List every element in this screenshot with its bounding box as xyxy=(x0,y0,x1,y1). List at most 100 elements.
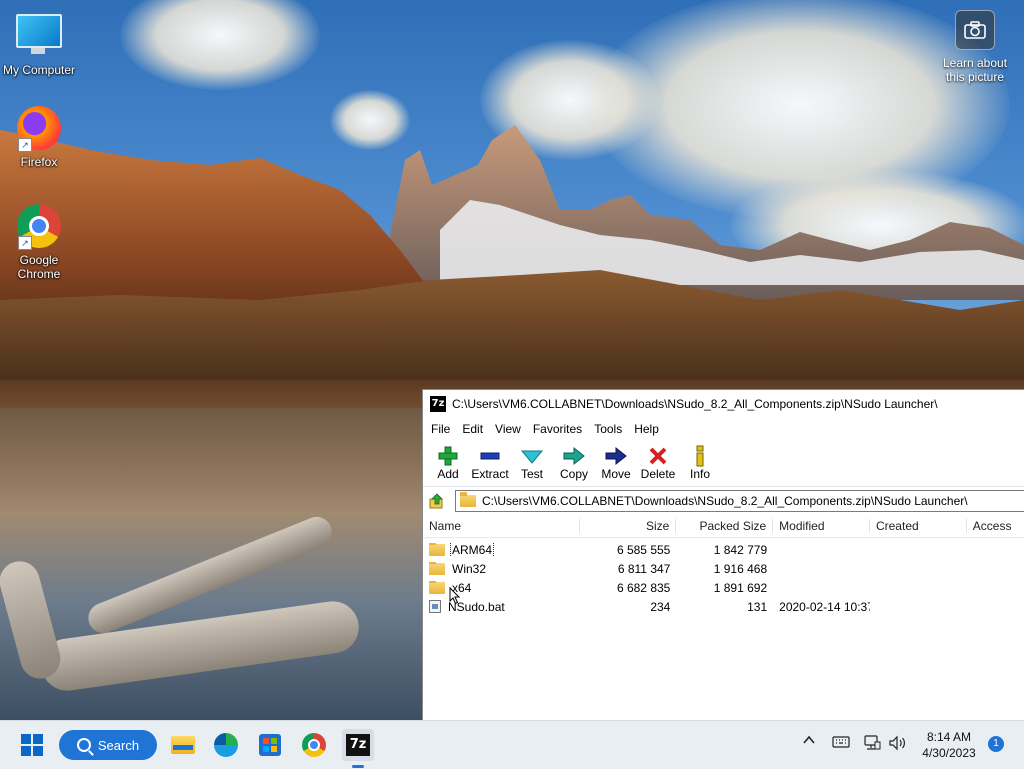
column-header-accessed[interactable]: Access xyxy=(967,519,1024,533)
edge-icon xyxy=(214,733,238,757)
menu-bar: File Edit View Favorites Tools Help xyxy=(423,418,1024,440)
file-row[interactable]: Win32 6 811 347 1 916 468 xyxy=(423,559,1024,578)
chrome-icon: ↗ xyxy=(16,204,62,250)
taskbar-chrome[interactable] xyxy=(298,729,330,761)
taskbar-clock[interactable]: 8:14 AM 4/30/2023 xyxy=(916,729,982,761)
address-bar[interactable]: C:\Users\VM6.COLLABNET\Downloads\NSudo_8… xyxy=(455,490,1024,512)
desktop-icon-label: My Computer xyxy=(2,63,76,77)
extract-button[interactable]: Extract xyxy=(469,445,511,486)
copy-label: Copy xyxy=(559,467,588,481)
test-label: Test xyxy=(520,467,543,481)
add-button[interactable]: Add xyxy=(427,445,469,486)
up-folder-button[interactable] xyxy=(427,491,447,511)
firefox-icon: ↗ xyxy=(16,106,62,152)
add-label: Add xyxy=(437,467,459,481)
search-button[interactable]: Search xyxy=(59,730,157,760)
taskbar-store[interactable] xyxy=(254,729,286,761)
start-button[interactable] xyxy=(16,729,48,761)
clock-time: 8:14 AM xyxy=(926,730,972,744)
menu-tools[interactable]: Tools xyxy=(588,422,628,436)
extract-label: Extract xyxy=(471,467,509,481)
menu-file[interactable]: File xyxy=(425,422,456,436)
shortcut-arrow-icon: ↗ xyxy=(18,236,32,250)
file-modified: 2020-02-14 10:37 xyxy=(779,599,870,614)
move-arrow-icon xyxy=(605,445,627,467)
file-packed-size: 1 891 692 xyxy=(713,580,768,595)
column-header-packed-size[interactable]: Packed Size xyxy=(676,519,774,533)
show-hidden-icons-button[interactable] xyxy=(802,733,816,750)
volume-button[interactable] xyxy=(888,735,906,754)
chevron-up-icon xyxy=(803,735,815,744)
info-icon xyxy=(693,445,707,467)
minus-icon xyxy=(480,445,500,467)
menu-view[interactable]: View xyxy=(489,422,527,436)
info-button[interactable]: Info xyxy=(679,445,721,486)
file-packed-size: 1 842 779 xyxy=(713,542,768,557)
store-icon xyxy=(259,734,281,756)
wallpaper-mountains xyxy=(0,125,1024,400)
copy-button[interactable]: Copy xyxy=(553,445,595,486)
info-label: Info xyxy=(689,467,710,481)
column-header-size[interactable]: Size xyxy=(580,519,677,533)
window-title: C:\Users\VM6.COLLABNET\Downloads\NSudo_8… xyxy=(452,397,938,411)
chrome-icon xyxy=(302,733,326,757)
start-icon xyxy=(21,734,43,756)
notification-badge[interactable]: 1 xyxy=(988,736,1004,752)
plus-icon xyxy=(438,445,458,467)
network-icon xyxy=(864,735,881,750)
taskbar-edge[interactable] xyxy=(210,729,242,761)
file-row[interactable]: x64 6 682 835 1 891 692 xyxy=(423,578,1024,597)
check-icon xyxy=(521,445,543,467)
shortcut-arrow-icon: ↗ xyxy=(18,138,32,152)
x-icon xyxy=(648,445,668,467)
network-button[interactable] xyxy=(863,735,881,754)
desktop-icon-google-chrome[interactable]: ↗ Google Chrome xyxy=(1,204,77,281)
title-bar[interactable]: 7z C:\Users\VM6.COLLABNET\Downloads\NSud… xyxy=(423,390,1024,418)
desktop-icon-firefox[interactable]: ↗ Firefox xyxy=(1,106,77,169)
move-label: Move xyxy=(601,467,631,481)
menu-help[interactable]: Help xyxy=(628,422,665,436)
7zip-icon: 7z xyxy=(346,734,370,756)
learn-about-picture[interactable]: Learn about this picture xyxy=(936,10,1014,84)
address-path: C:\Users\VM6.COLLABNET\Downloads\NSudo_8… xyxy=(482,494,968,508)
file-list-header: Name Size Packed Size Modified Created A… xyxy=(423,515,1024,538)
test-button[interactable]: Test xyxy=(511,445,553,486)
file-name: ARM64 xyxy=(449,542,495,557)
file-size: 234 xyxy=(650,599,671,614)
column-header-name[interactable]: Name xyxy=(423,519,580,533)
column-header-modified[interactable]: Modified xyxy=(773,519,870,533)
file-size: 6 811 347 xyxy=(617,561,671,576)
file-packed-size: 1 916 468 xyxy=(713,561,768,576)
file-packed-size: 131 xyxy=(747,599,768,614)
file-row[interactable]: ARM64 6 585 555 1 842 779 xyxy=(423,540,1024,559)
address-row: C:\Users\VM6.COLLABNET\Downloads\NSudo_8… xyxy=(423,487,1024,515)
move-button[interactable]: Move xyxy=(595,445,637,486)
menu-favorites[interactable]: Favorites xyxy=(527,422,588,436)
taskbar-7zip[interactable]: 7z xyxy=(342,729,374,761)
folder-icon xyxy=(460,492,476,507)
folder-icon xyxy=(429,561,445,575)
batch-file-icon xyxy=(429,600,441,613)
search-icon xyxy=(76,738,91,752)
clock-date: 4/30/2023 xyxy=(922,746,976,760)
file-list: ARM64 6 585 555 1 842 779 Win32 6 811 34… xyxy=(423,538,1024,616)
learn-about-picture-label: Learn about this picture xyxy=(942,56,1008,84)
folder-icon xyxy=(429,580,445,594)
keyboard-button[interactable] xyxy=(832,735,850,752)
volume-icon xyxy=(889,735,905,751)
file-explorer-icon xyxy=(171,736,195,754)
seven-zip-window: 7z C:\Users\VM6.COLLABNET\Downloads\NSud… xyxy=(422,389,1024,721)
7zip-app-icon: 7z xyxy=(430,396,446,412)
toolbar: Add Extract Test Copy Move Delete Info xyxy=(423,440,1024,487)
delete-button[interactable]: Delete xyxy=(637,445,679,486)
delete-label: Delete xyxy=(640,467,676,481)
menu-edit[interactable]: Edit xyxy=(456,422,489,436)
up-arrow-icon xyxy=(429,493,443,509)
taskbar-file-explorer[interactable] xyxy=(167,729,199,761)
column-header-created[interactable]: Created xyxy=(870,519,967,533)
desktop-icon-my-computer[interactable]: My Computer xyxy=(1,12,77,77)
file-row[interactable]: NSudo.bat 234 131 2020-02-14 10:37 xyxy=(423,597,1024,616)
mouse-cursor-icon xyxy=(449,587,461,605)
file-name: Win32 xyxy=(452,561,487,576)
keyboard-icon xyxy=(832,736,850,748)
